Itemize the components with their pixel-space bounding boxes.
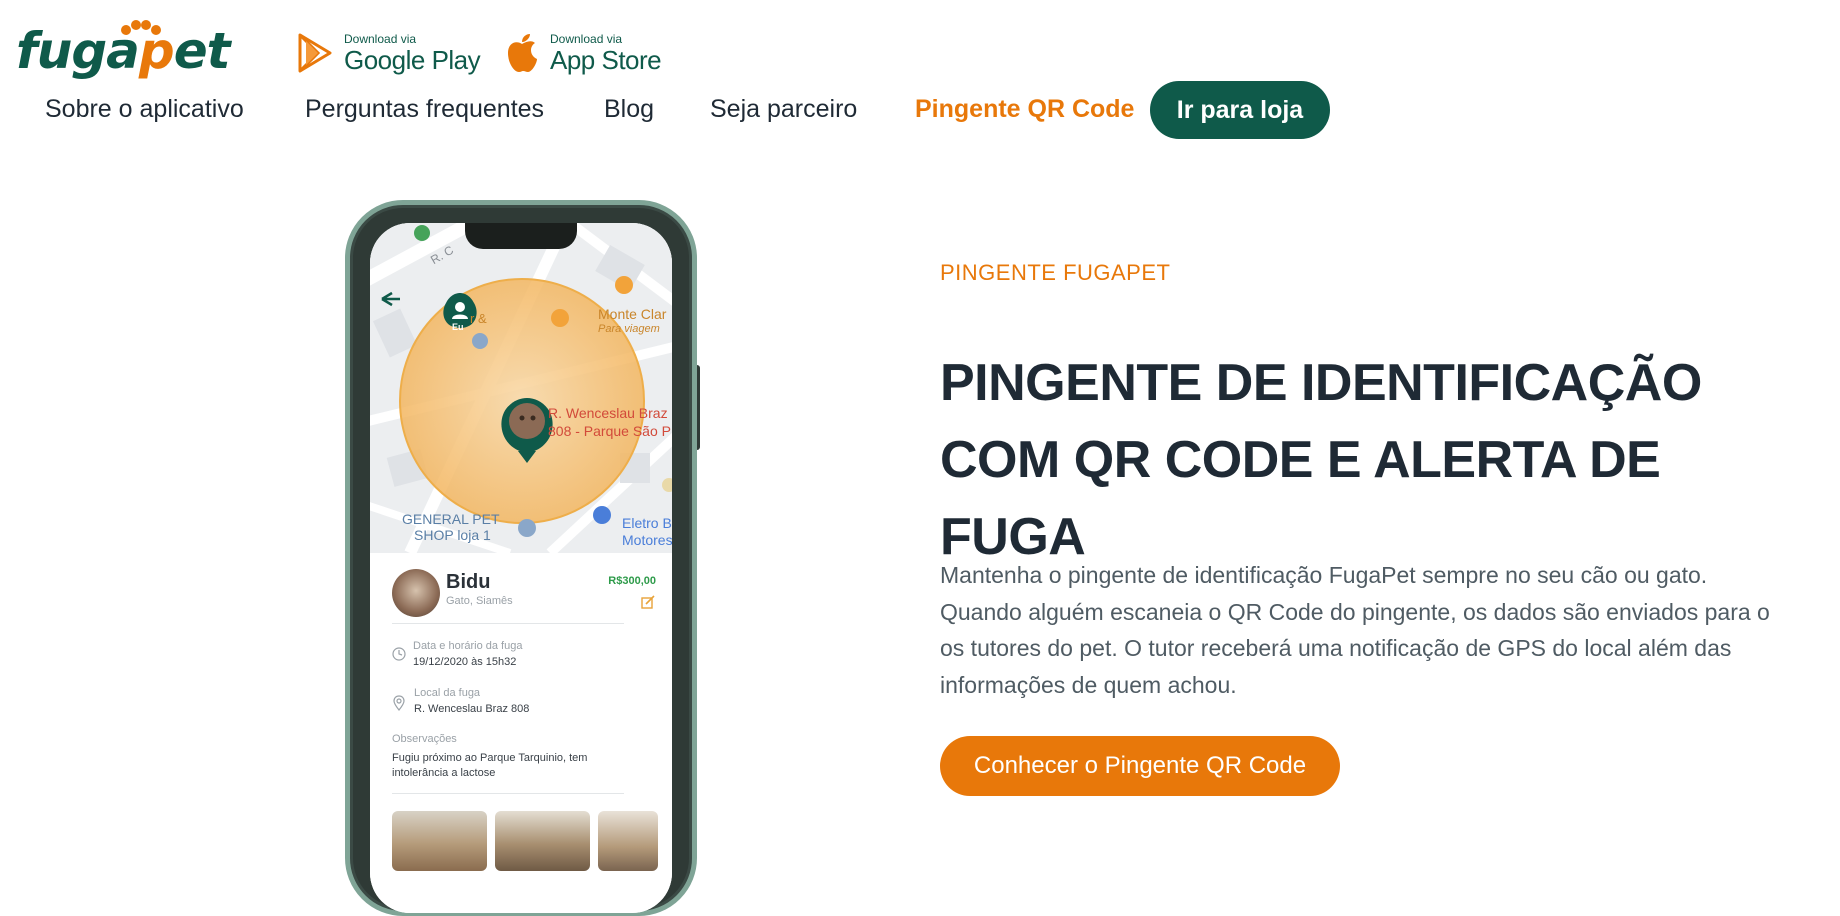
nav-pingente[interactable]: Pingente QR Code bbox=[915, 95, 1134, 124]
nav-perguntas[interactable]: Perguntas frequentes bbox=[305, 95, 544, 124]
date-value: 19/12/2020 às 15h32 bbox=[413, 656, 517, 668]
map-illustration bbox=[370, 223, 672, 553]
nav-blog[interactable]: Blog bbox=[604, 95, 654, 124]
google-play-icon bbox=[298, 33, 332, 73]
map-label-eletro-1: Eletro B bbox=[622, 515, 672, 531]
map-label-monte: Monte Clar bbox=[598, 306, 667, 322]
page-title: PINGENTE DE IDENTIFICAÇÃO COM QR CODE E … bbox=[940, 354, 1702, 566]
obs-value: Fugiu próximo ao Parque Tarquinio, tem i… bbox=[392, 752, 588, 779]
apple-icon bbox=[508, 34, 537, 72]
google-play-name: Google Play bbox=[344, 45, 481, 75]
logo-text-3: et bbox=[173, 22, 231, 80]
fugapet-logo[interactable]: fuga p et bbox=[16, 20, 230, 82]
app-store-prefix: Download via bbox=[550, 32, 623, 46]
site-header: fuga p et Download via Google Play Downloa… bbox=[0, 0, 1840, 150]
place-label: Local da fuga bbox=[414, 687, 481, 699]
google-play-link[interactable]: Download via Google Play bbox=[296, 28, 481, 78]
ir-para-loja-button[interactable]: Ir para loja bbox=[1150, 81, 1330, 139]
map-label-para-viagem: Para viagem bbox=[598, 323, 660, 335]
phone-mockup: R. C r & Monte Clar Para viagem R. Wence… bbox=[345, 200, 697, 916]
map-marker-eu-label: Eu bbox=[452, 322, 464, 332]
pet-avatar bbox=[392, 569, 440, 617]
map-label-street-1: R. Wenceslau Braz bbox=[548, 405, 668, 421]
pet-reward: R$300,00 bbox=[608, 575, 656, 587]
main-nav: Sobre o aplicativo Perguntas frequentes … bbox=[0, 80, 1840, 140]
paw-icon bbox=[121, 20, 161, 35]
phone-notch bbox=[465, 223, 577, 249]
edit-icon[interactable] bbox=[640, 594, 656, 610]
nav-parceiro[interactable]: Seja parceiro bbox=[710, 95, 857, 124]
map-label-street-2: 808 - Parque São P bbox=[548, 423, 671, 439]
google-play-prefix: Download via bbox=[344, 32, 417, 46]
pet-photo[interactable] bbox=[598, 811, 658, 871]
place-value: R. Wenceslau Braz 808 bbox=[414, 703, 530, 715]
pet-breed: Gato, Siamês bbox=[446, 595, 513, 607]
pet-photo[interactable] bbox=[495, 811, 590, 871]
divider bbox=[392, 793, 624, 794]
map-label-shop-1: GENERAL PET bbox=[402, 511, 500, 527]
pet-name: Bidu bbox=[446, 571, 491, 593]
hero-description: Mantenha o pingente de identificação Fug… bbox=[940, 562, 1770, 698]
map-view: R. C r & Monte Clar Para viagem R. Wence… bbox=[370, 223, 672, 553]
map-label-shop-2: SHOP loja 1 bbox=[414, 527, 491, 543]
clock-icon bbox=[392, 647, 406, 661]
location-icon bbox=[393, 695, 405, 711]
obs-label: Observações bbox=[392, 733, 457, 745]
section-tagline: PINGENTE FUGAPET bbox=[940, 260, 1171, 285]
map-label-amp: r & bbox=[470, 311, 487, 326]
nav-sobre[interactable]: Sobre o aplicativo bbox=[45, 95, 244, 124]
date-label: Data e horário da fuga bbox=[413, 640, 523, 652]
phone-screen: R. C r & Monte Clar Para viagem R. Wence… bbox=[370, 223, 672, 913]
conhecer-pingente-button[interactable]: Conhecer o Pingente QR Code bbox=[940, 736, 1340, 796]
map-label-eletro-2: Motores bbox=[622, 532, 672, 548]
app-store-link[interactable]: Download via App Store bbox=[504, 28, 662, 78]
divider bbox=[392, 623, 624, 624]
pet-info-panel: Bidu Gato, Siamês R$300,00 Data e horári… bbox=[370, 553, 672, 913]
pet-photo[interactable] bbox=[392, 811, 487, 871]
app-store-name: App Store bbox=[550, 45, 662, 75]
